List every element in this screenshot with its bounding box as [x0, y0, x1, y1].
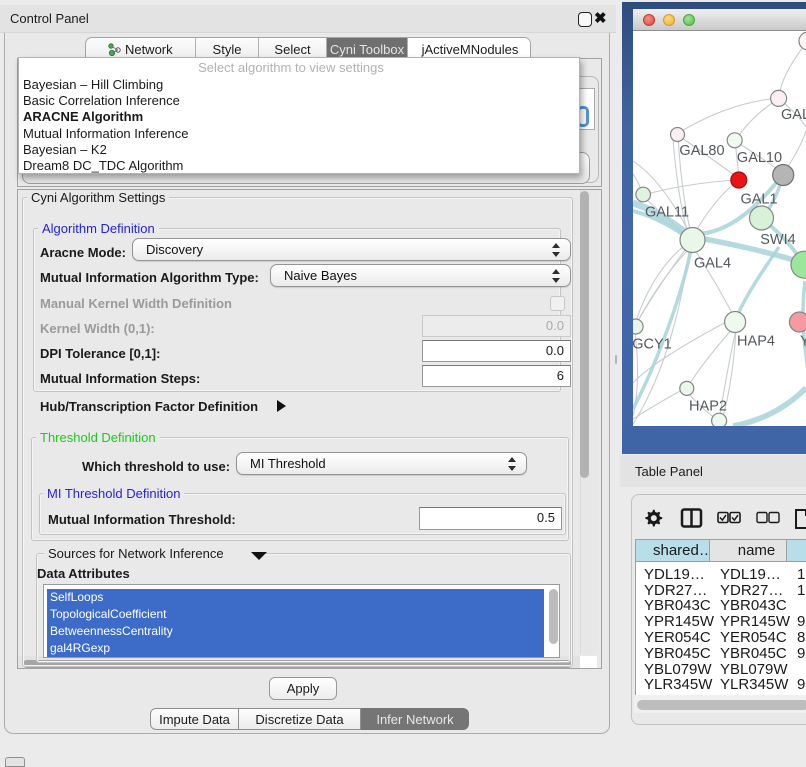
- svg-text:GAL4: GAL4: [694, 256, 731, 272]
- svg-text:GAL80: GAL80: [679, 143, 724, 159]
- svg-text:HAP4: HAP4: [737, 334, 775, 350]
- svg-text:GAL7: GAL7: [781, 107, 806, 123]
- svg-text:GAL10: GAL10: [737, 150, 782, 166]
- svg-text:YL: YL: [800, 334, 806, 350]
- svg-text:GAL1: GAL1: [740, 192, 777, 208]
- svg-text:HAP2: HAP2: [689, 399, 727, 415]
- svg-text:GCY1: GCY1: [633, 337, 672, 353]
- svg-text:GAL11: GAL11: [645, 205, 689, 221]
- svg-text:SWI4: SWI4: [760, 232, 795, 248]
